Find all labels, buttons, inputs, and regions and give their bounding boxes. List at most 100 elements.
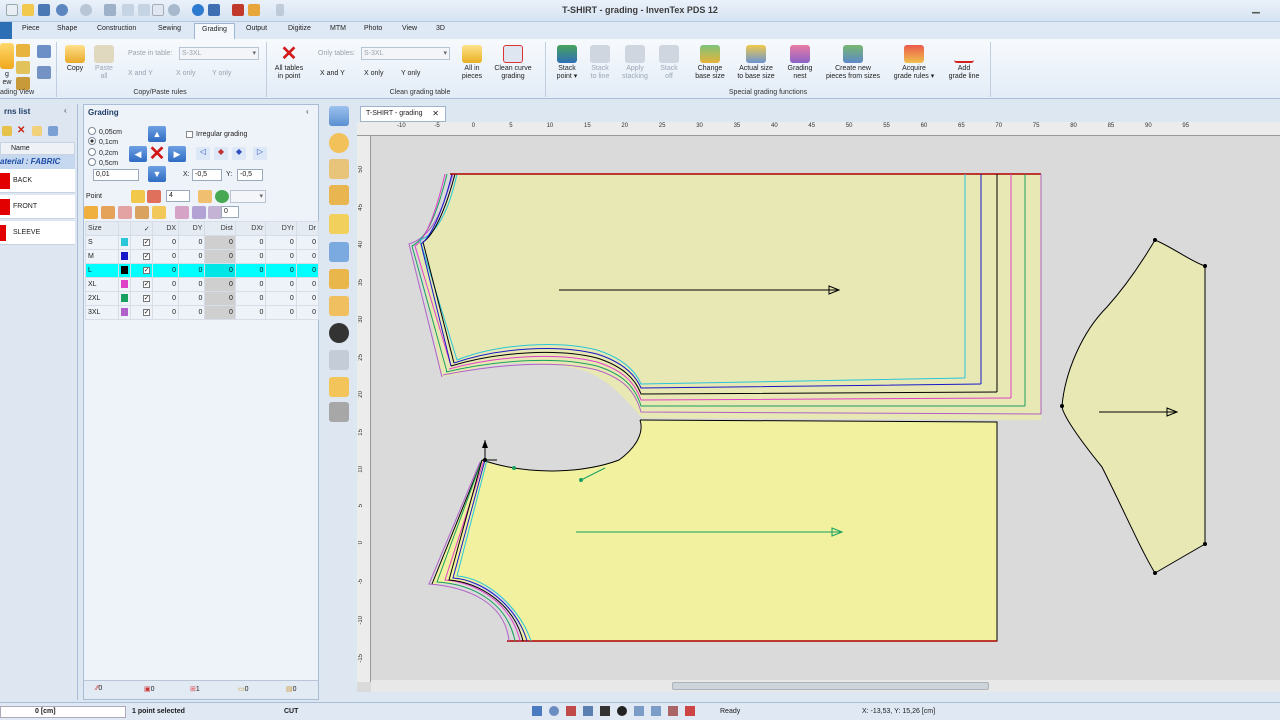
acquire-grade-rules-button[interactable]: Acquire grade rules ▾ xyxy=(890,45,938,81)
value-cell[interactable]: 0 xyxy=(234,249,267,264)
value-cell[interactable]: 0 xyxy=(204,249,236,264)
mirror-x-icon[interactable]: ◆ xyxy=(214,147,228,160)
header-dr[interactable]: Dr xyxy=(295,221,320,236)
table-row[interactable]: L ✓ 0 0 0 0 0 0 xyxy=(84,263,320,278)
compass-tool-icon[interactable] xyxy=(329,185,349,205)
tab-sewing[interactable]: Sewing xyxy=(158,25,181,32)
header-dist[interactable]: Dist xyxy=(204,221,236,236)
hand-tool-icon[interactable] xyxy=(329,377,349,397)
apply-stacking-button[interactable]: Apply stacking xyxy=(618,45,652,81)
table-row[interactable]: 3XL ✓ 0 0 0 0 0 0 xyxy=(84,305,320,320)
table-row[interactable]: S ✓ 0 0 0 0 0 0 xyxy=(84,235,320,250)
status-grid-icon[interactable] xyxy=(599,706,610,716)
footer-notch-button[interactable]: ▤0 xyxy=(286,685,297,693)
rotate-tool-icon[interactable] xyxy=(329,269,349,289)
tab-construction[interactable]: Construction xyxy=(97,25,136,32)
grade-tool-3-icon[interactable] xyxy=(118,206,132,219)
stack-to-line-button[interactable]: Stack to line xyxy=(586,45,614,81)
only-tables-select[interactable]: S-3XL xyxy=(361,47,450,60)
value-cell[interactable]: 0 xyxy=(151,305,180,320)
size-checkbox[interactable]: ✓ xyxy=(142,281,150,288)
open-pattern-icon[interactable] xyxy=(32,126,42,136)
grade-tool-5-icon[interactable] xyxy=(152,206,166,219)
grade-tool-4-icon[interactable] xyxy=(135,206,149,219)
tab-grading[interactable]: Grading xyxy=(194,23,235,39)
value-cell[interactable]: 0 xyxy=(234,263,267,278)
header-dxr[interactable]: DXr xyxy=(234,221,267,236)
front-piece[interactable] xyxy=(428,419,998,642)
measure-tool-icon[interactable] xyxy=(329,133,349,153)
paw-tool-icon[interactable] xyxy=(329,323,349,343)
tab-view[interactable]: View xyxy=(402,25,417,32)
status-value-field[interactable]: 0 [cm] xyxy=(0,706,126,718)
size-enabled-cell[interactable]: ✓ xyxy=(130,277,153,292)
grade-tool-6-icon[interactable] xyxy=(175,206,189,219)
add-grade-line-button[interactable]: Add grade line xyxy=(944,45,984,81)
paste-x-only[interactable]: X only xyxy=(176,70,195,77)
size-color-cell[interactable] xyxy=(118,249,132,264)
status-pen-icon[interactable] xyxy=(667,706,678,716)
value-cell[interactable]: 0 xyxy=(204,277,236,292)
status-layers-icon[interactable] xyxy=(633,706,644,716)
tab-digitize[interactable]: Digitize xyxy=(288,25,311,32)
header-check[interactable]: ✓ xyxy=(130,221,153,236)
prev-point-icon[interactable]: ◁ xyxy=(196,147,210,160)
header-dyr[interactable]: DYr xyxy=(265,221,297,236)
value-cell[interactable]: 0 xyxy=(234,291,267,306)
value-cell[interactable]: 0 xyxy=(265,235,297,250)
size-enabled-cell[interactable]: ✓ xyxy=(130,235,153,250)
value-cell[interactable]: 0 xyxy=(234,277,267,292)
status-undo-icon[interactable] xyxy=(684,706,695,716)
copy-button[interactable]: Copy xyxy=(62,45,88,73)
paste-y-only[interactable]: Y only xyxy=(212,70,231,77)
value-cell[interactable]: 0 xyxy=(265,305,297,320)
value-cell[interactable]: 0 xyxy=(295,277,320,292)
size-color-cell[interactable] xyxy=(118,263,132,278)
point-tool-icon[interactable] xyxy=(131,190,145,203)
value-cell[interactable]: 0 xyxy=(295,291,320,306)
x-input[interactable]: -0,5 xyxy=(192,169,222,181)
mirror-y-icon[interactable]: ◆ xyxy=(232,147,246,160)
next-point-icon[interactable]: ▷ xyxy=(253,147,267,160)
delete-pattern-icon[interactable]: ✕ xyxy=(17,125,25,136)
value-cell[interactable]: 0 xyxy=(204,305,236,320)
status-snap-icon[interactable] xyxy=(565,706,576,716)
value-cell[interactable]: 0 xyxy=(265,291,297,306)
size-checkbox[interactable]: ✓ xyxy=(142,309,150,316)
clean-y-only[interactable]: Y only xyxy=(401,70,420,77)
share-pattern-icon[interactable] xyxy=(48,126,58,136)
custom-step-input[interactable]: 0,01 xyxy=(93,169,139,181)
size-enabled-cell[interactable]: ✓ xyxy=(130,263,153,278)
step-radio-01[interactable]: 0,1cm xyxy=(88,137,118,146)
size-checkbox[interactable]: ✓ xyxy=(142,239,150,246)
value-cell[interactable]: 0 xyxy=(151,291,180,306)
drawing-canvas[interactable] xyxy=(357,122,1280,692)
value-cell[interactable]: 0 xyxy=(234,235,267,250)
pattern-item-back[interactable]: BACK xyxy=(0,169,75,193)
pattern-item-front[interactable]: FRONT xyxy=(0,195,75,219)
clean-curve-grading-button[interactable]: Clean curve grading xyxy=(490,45,536,81)
size-checkbox[interactable]: ✓ xyxy=(142,253,150,260)
move-left-button[interactable]: ◀ xyxy=(129,146,147,162)
status-layout-icon[interactable] xyxy=(650,706,661,716)
value-cell[interactable]: 0 xyxy=(151,249,180,264)
change-base-size-button[interactable]: Change base size xyxy=(692,45,728,81)
header-dx[interactable]: DX xyxy=(151,221,180,236)
add-pattern-icon[interactable] xyxy=(2,126,12,136)
header-size[interactable]: Size xyxy=(84,221,120,236)
value-cell[interactable]: 0 xyxy=(265,263,297,278)
value-cell[interactable]: 0 xyxy=(178,235,206,250)
value-cell[interactable]: 0 xyxy=(178,249,206,264)
value-cell[interactable]: 0 xyxy=(204,235,236,250)
globe-icon[interactable] xyxy=(215,190,229,203)
clean-x-and-y[interactable]: X and Y xyxy=(320,70,345,77)
size-color-cell[interactable] xyxy=(118,235,132,250)
y-input[interactable]: -0,5 xyxy=(237,169,263,181)
collapse-panel-icon[interactable]: ‹ xyxy=(64,106,67,115)
tab-output[interactable]: Output xyxy=(246,25,267,32)
value-cell[interactable]: 0 xyxy=(265,249,297,264)
paste-in-table-select[interactable]: S-3XL xyxy=(179,47,259,60)
stack-point-button[interactable]: Stack point ▾ xyxy=(550,45,584,81)
footer-lines-button[interactable]: ▭0 xyxy=(238,685,249,693)
move-up-button[interactable]: ▲ xyxy=(148,126,166,142)
